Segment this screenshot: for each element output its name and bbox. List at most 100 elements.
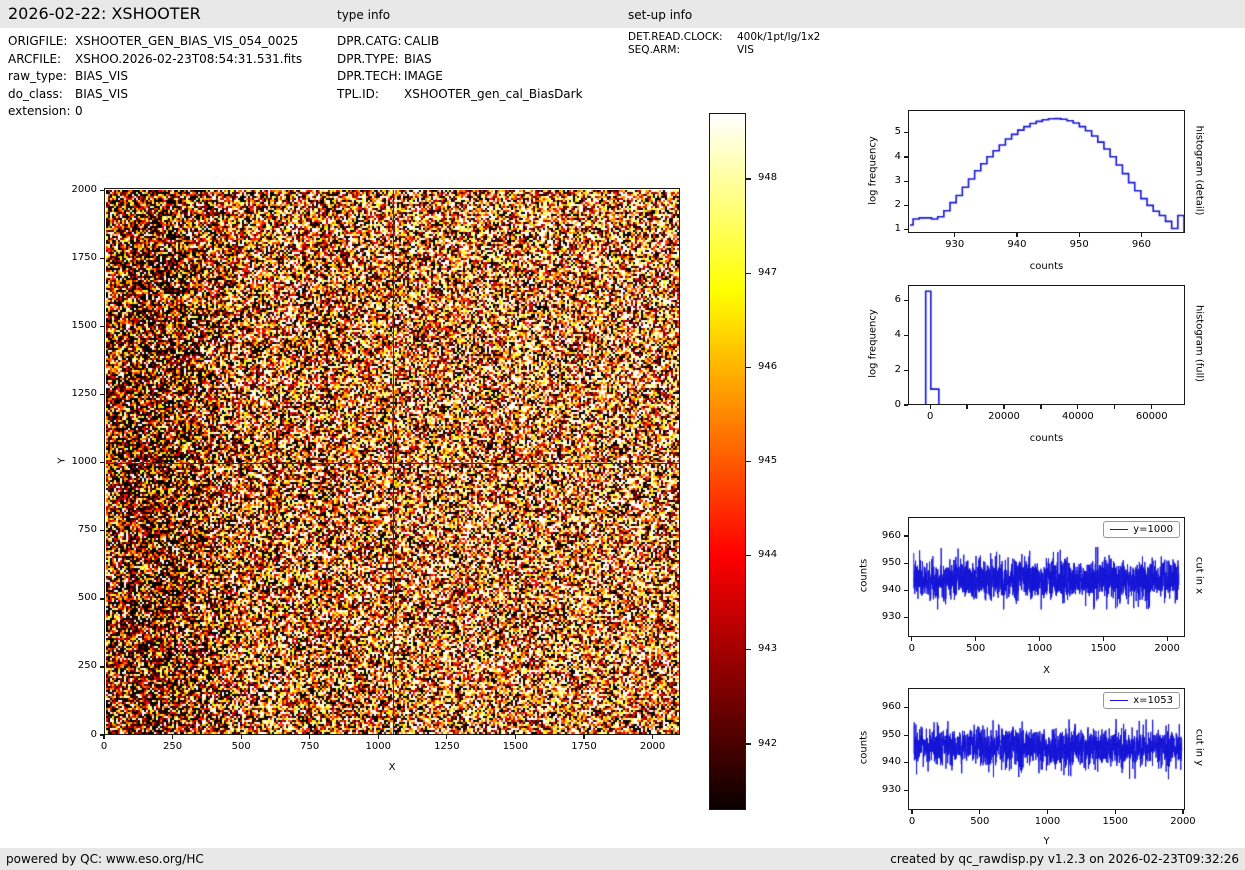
colorbar-tick [746, 272, 751, 274]
y-tick [904, 762, 908, 764]
plot-side-label: histogram (full) [1193, 304, 1205, 383]
x-tick-label: 1000 [365, 741, 391, 752]
footer-bar: powered by QC: www.eso.org/HC created by… [0, 848, 1245, 870]
x-tick [1078, 233, 1080, 237]
colorbar-tick-label: 948 [758, 172, 778, 184]
x-tick [583, 735, 585, 739]
x-tick-label: 250 [163, 741, 183, 752]
y-tick [904, 300, 908, 302]
x-tick-label: 500 [970, 816, 990, 827]
y-tick [904, 369, 908, 371]
x-tick [1046, 810, 1049, 814]
y-tick-label: 750 [77, 524, 97, 536]
x-tick [954, 233, 956, 237]
y-tick-label: 1500 [71, 320, 97, 332]
x-tick-label: 40000 [1061, 411, 1094, 422]
legend-label: y=1000 [1133, 524, 1173, 535]
y-tick-label: 250 [77, 660, 97, 672]
x-axis-label: X [388, 762, 396, 773]
colorbar-tick-label: 943 [758, 643, 778, 655]
x-tick-label: 1250 [434, 741, 460, 752]
x-tick [1114, 405, 1116, 409]
legend-line-sample [1110, 700, 1129, 701]
colorbar-tick-label: 947 [758, 266, 778, 278]
x-tick [1140, 233, 1142, 237]
x-tick-label: 1000 [1026, 643, 1053, 654]
x-tick-label: 1750 [571, 741, 597, 752]
x-tick-label: 1500 [502, 741, 529, 752]
y-tick [904, 334, 908, 337]
colorbar-tick [746, 743, 751, 745]
legend: x=1053 [1103, 692, 1180, 709]
x-tick-label: 750 [300, 741, 320, 752]
hist_detail-plot-canvas [909, 111, 1184, 232]
x-tick [309, 735, 311, 739]
colorbar-tick [746, 366, 751, 368]
colorbar-tick-label: 942 [758, 737, 778, 749]
crosshair-vertical-line [392, 189, 395, 734]
y-tick [100, 734, 104, 736]
x-tick [446, 735, 448, 739]
x-tick-label: 1000 [1034, 816, 1061, 827]
y-axis-label: log frequency [867, 135, 879, 205]
x-axis-label: counts [1029, 433, 1064, 444]
qc-report-page: 2026-02-22: XSHOOTER type info set-up in… [0, 0, 1245, 870]
x-tick-label: 1500 [1090, 643, 1117, 654]
y-tick-label: 1750 [71, 252, 97, 264]
plot-side-label: cut in x [1193, 556, 1205, 595]
legend: y=1000 [1103, 521, 1180, 538]
y-tick [904, 180, 908, 182]
colorbar-tick [746, 178, 751, 180]
x-tick [1102, 637, 1104, 641]
x-tick [1040, 405, 1042, 409]
colorbar-tick-label: 946 [758, 360, 778, 372]
x-tick [979, 810, 981, 814]
y-axis-label: counts [858, 730, 870, 765]
x-tick-label: 20000 [988, 411, 1020, 422]
y-tick [904, 789, 908, 792]
x-tick-label: 0 [908, 816, 916, 827]
x-tick-label: 0 [908, 643, 916, 654]
x-tick [377, 735, 379, 739]
x-tick [514, 735, 517, 739]
y-tick [904, 156, 908, 158]
x-tick [1114, 810, 1116, 814]
x-tick [911, 637, 913, 641]
x-tick [1182, 810, 1184, 814]
y-axis-label: log frequency [867, 309, 879, 378]
y-axis-label: Y [56, 456, 68, 464]
y-tick [904, 706, 908, 708]
colorbar-tick-label: 944 [758, 549, 778, 561]
colorbar-tick [746, 555, 751, 557]
x-axis-label: Y [1043, 836, 1050, 847]
x-tick [103, 735, 105, 739]
y-tick [100, 598, 104, 600]
y-tick [100, 258, 104, 260]
footer-powered-by: powered by QC: www.eso.org/HC [6, 852, 204, 866]
y-tick-label: 0 [90, 728, 97, 740]
x-tick-label: 930 [945, 239, 965, 250]
x-tick-label: 950 [1069, 239, 1089, 250]
y-axis-label: counts [858, 558, 870, 593]
footer-created-by: created by qc_rawdisp.py v1.2.3 on 2026-… [890, 852, 1239, 866]
x-tick [1166, 637, 1168, 641]
y-tick [904, 535, 908, 537]
x-tick-label: 500 [231, 741, 251, 752]
x-axis-label: counts [1029, 261, 1064, 272]
y-tick-label: 2000 [71, 184, 97, 196]
x-tick-label: 960 [1131, 239, 1151, 250]
hist_full-plot-canvas [909, 286, 1184, 404]
x-tick-label: 1500 [1102, 816, 1128, 827]
x-tick [1151, 405, 1153, 409]
x-axis-label: X [1043, 665, 1050, 676]
x-tick [929, 405, 931, 409]
y-tick [904, 734, 908, 736]
x-tick-label: 2000 [639, 741, 666, 752]
y-tick-label: 1250 [71, 388, 97, 400]
x-tick-label: 500 [966, 643, 986, 654]
legend-label: x=1053 [1133, 695, 1173, 706]
x-tick [1077, 405, 1079, 409]
y-tick [100, 666, 104, 668]
plot-side-label: cut in y [1193, 728, 1205, 767]
x-tick [240, 735, 242, 739]
